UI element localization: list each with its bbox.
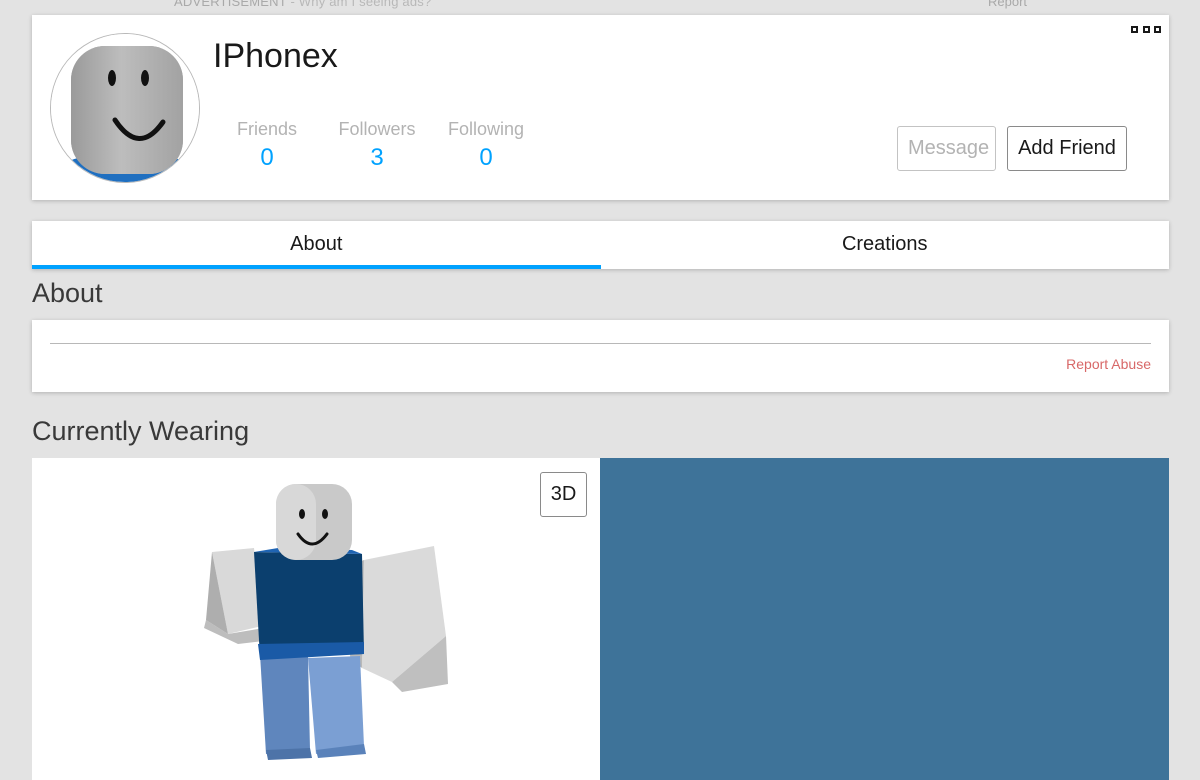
view-3d-button[interactable]: 3D [540,472,587,517]
stat-following[interactable]: Following 0 [426,119,546,172]
more-dot [1142,26,1150,33]
currently-wearing-card: 3D [32,458,1169,780]
stat-value[interactable]: 3 [317,144,437,172]
more-options-icon[interactable] [1131,26,1161,36]
more-dot [1131,26,1138,33]
avatar-viewer[interactable]: 3D [32,458,600,780]
about-section-title: About [32,278,103,308]
profile-username: IPhonex [213,37,338,75]
tab-about[interactable]: About [32,221,601,269]
profile-tabs: About Creations [32,221,1169,269]
currently-wearing-title: Currently Wearing [32,416,250,446]
avatar-headshot[interactable] [50,33,200,183]
stat-label: Following [447,119,525,139]
tab-creations[interactable]: Creations [601,221,1170,269]
stat-followers[interactable]: Followers 3 [317,119,437,172]
add-friend-button[interactable]: Add Friend [1007,126,1127,171]
avatar-head-icon [51,34,199,182]
stat-label: Followers [338,119,416,139]
report-abuse-link[interactable]: Report Abuse [1066,356,1151,372]
stat-label: Friends [236,119,298,139]
wearing-items-panel [600,458,1169,780]
ad-bar: ADVERTISEMENT - Why am I seeing ads? Rep… [0,0,1200,10]
more-dot [1154,26,1161,33]
about-divider [50,343,1151,344]
stat-friends[interactable]: Friends 0 [207,119,327,172]
about-card: Report Abuse [32,320,1169,392]
profile-header: IPhonex Friends 0 Followers 3 Following … [32,15,1169,200]
ad-report-link[interactable]: Report [988,0,1027,9]
avatar-figure-icon [204,484,448,760]
why-ads-link[interactable]: - Why am I seeing ads? [287,0,432,9]
stat-value[interactable]: 0 [426,144,546,172]
message-button[interactable]: Message [897,126,996,171]
stat-value[interactable]: 0 [207,144,327,172]
ad-label: ADVERTISEMENT [174,0,287,9]
